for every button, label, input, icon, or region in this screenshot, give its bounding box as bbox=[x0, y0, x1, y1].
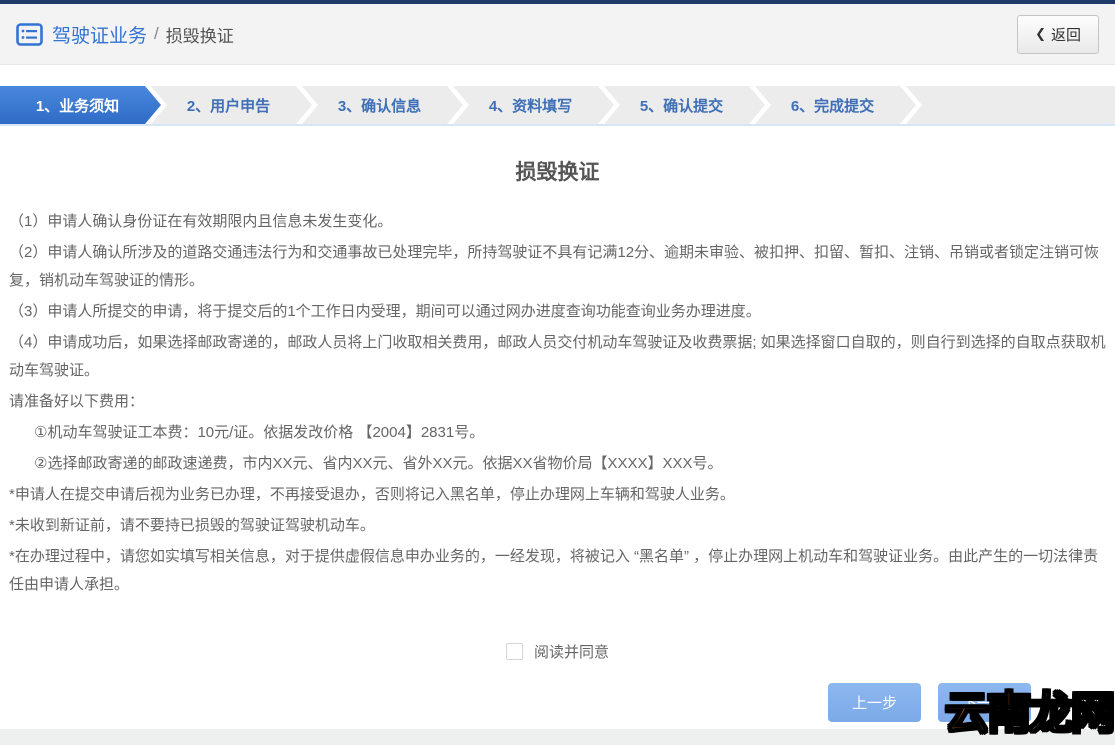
wizard-nav-buttons: 上一步 下一步 bbox=[828, 683, 1031, 722]
back-button[interactable]: ❮ 返回 bbox=[1017, 15, 1099, 54]
step-tab[interactable]: 4、资料填写 bbox=[453, 86, 614, 124]
next-step-button[interactable]: 下一步 bbox=[938, 683, 1031, 722]
step-tab-label: 5、确认提交 bbox=[640, 95, 723, 116]
step-tab-label: 2、用户申告 bbox=[187, 95, 270, 116]
notice-paragraph: （1）申请人确认身份证在有效期限内且信息未发生变化。 bbox=[9, 208, 1106, 236]
step-tabs-filler bbox=[906, 86, 1115, 124]
step-tab-label: 6、完成提交 bbox=[791, 95, 874, 116]
step-tab-label: 3、确认信息 bbox=[338, 95, 421, 116]
back-button-label: 返回 bbox=[1051, 24, 1081, 45]
breadcrumb-current-page: 损毁换证 bbox=[166, 22, 234, 47]
page-header: 驾驶证业务 / 损毁换证 ❮ 返回 bbox=[0, 4, 1115, 65]
notice-paragraph: ②选择邮政寄递的邮政速递费，市内XX元、省内XX元、省外XX元。依据XX省物价局… bbox=[9, 450, 1106, 478]
footer-strip bbox=[0, 729, 1115, 745]
notice-paragraph: （2）申请人确认所涉及的道路交通违法行为和交通事故已处理完毕，所持驾驶证不具有记… bbox=[9, 239, 1106, 295]
notice-paragraph: *在办理过程中，请您如实填写相关信息，对于提供虚假信息申办业务的，一经发现，将被… bbox=[9, 543, 1106, 599]
step-tab-label: 1、业务须知 bbox=[36, 95, 119, 116]
agree-checkbox-label: 阅读并同意 bbox=[534, 641, 609, 662]
notice-paragraph: （3）申请人所提交的申请，将于提交后的1个工作日内受理，期间可以通过网办进度查询… bbox=[9, 298, 1106, 326]
prev-step-button[interactable]: 上一步 bbox=[828, 683, 921, 722]
notice-paragraph: *申请人在提交申请后视为业务已办理，不再接受退办，否则将记入黑名单，停止办理网上… bbox=[9, 481, 1106, 509]
section-title: 驾驶证业务 bbox=[52, 21, 147, 48]
notice-paragraph: （4）申请成功后，如果选择邮政寄递的，邮政人员将上门收取相关费用，邮政人员交付机… bbox=[9, 329, 1106, 385]
list-icon bbox=[16, 23, 43, 46]
back-chevron-icon: ❮ bbox=[1035, 26, 1046, 42]
step-tab[interactable]: 3、确认信息 bbox=[302, 86, 463, 124]
step-tab-label: 4、资料填写 bbox=[489, 95, 572, 116]
step-tab[interactable]: 5、确认提交 bbox=[604, 86, 765, 124]
step-tab[interactable]: 2、用户申告 bbox=[151, 86, 312, 124]
notice-paragraph: ①机动车驾驶证工本费：10元/证。依据发改价格 【2004】2831号。 bbox=[9, 419, 1106, 447]
breadcrumb-separator: / bbox=[154, 24, 159, 44]
agree-checkbox[interactable] bbox=[506, 643, 523, 660]
page-title: 损毁换证 bbox=[0, 156, 1115, 186]
main-content: 损毁换证 （1）申请人确认身份证在有效期限内且信息未发生变化。 （2）申请人确认所… bbox=[0, 156, 1115, 662]
step-tab[interactable]: 6、完成提交 bbox=[755, 86, 916, 124]
agree-row: 阅读并同意 bbox=[0, 641, 1115, 662]
step-tabs: 1、业务须知 2、用户申告 3、确认信息 4、资料填写 5、确认提交 6、完成提… bbox=[0, 86, 1115, 126]
notice-paragraph: 请准备好以下费用： bbox=[9, 388, 1106, 416]
notice-text: （1）申请人确认身份证在有效期限内且信息未发生变化。 （2）申请人确认所涉及的道路… bbox=[0, 208, 1115, 599]
notice-paragraph: *未收到新证前，请不要持已损毁的驾驶证驾驶机动车。 bbox=[9, 512, 1106, 540]
step-tab[interactable]: 1、业务须知 bbox=[0, 86, 161, 124]
